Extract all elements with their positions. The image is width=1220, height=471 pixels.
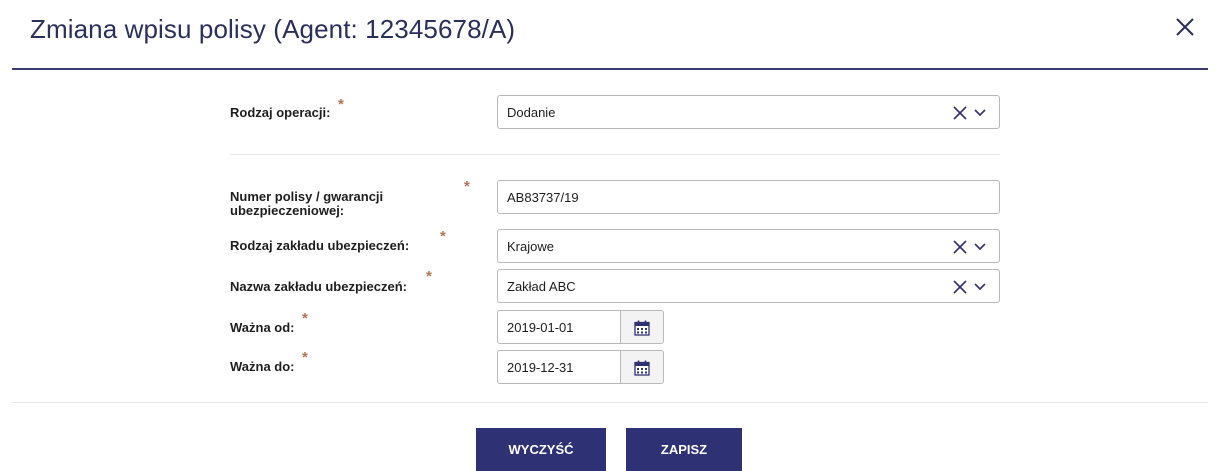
required-marker: * xyxy=(464,178,470,195)
insurer-type-select[interactable]: Krajowe xyxy=(497,229,1000,263)
policy-number-value: AB83737/19 xyxy=(507,190,579,205)
insurer-name-label-text: Nazwa zakładu ubezpieczeń: xyxy=(230,279,407,294)
valid-to-label: Ważna do: xyxy=(230,360,295,374)
required-marker: * xyxy=(426,268,432,285)
policy-number-label-line1: Numer polisy / gwarancji xyxy=(230,189,384,204)
insurer-type-label-text: Rodzaj zakładu ubezpieczeń: xyxy=(230,238,410,253)
required-marker: * xyxy=(302,349,308,366)
save-button[interactable]: ZAPISZ xyxy=(626,428,742,471)
valid-to-value: 2019-12-31 xyxy=(507,360,574,375)
operation-select[interactable]: Dodanie xyxy=(497,95,1000,129)
footer-divider xyxy=(12,402,1208,403)
calendar-icon xyxy=(634,320,650,336)
operation-label: Rodzaj operacji: xyxy=(230,106,330,120)
valid-from-value: 2019-01-01 xyxy=(507,320,574,335)
clear-icon[interactable] xyxy=(953,240,967,254)
operation-value: Dodanie xyxy=(507,105,556,120)
policy-number-input[interactable]: AB83737/19 xyxy=(497,180,1000,214)
valid-from-label: Ważna od: xyxy=(230,321,295,335)
valid-from-input[interactable]: 2019-01-01 xyxy=(497,310,621,344)
calendar-button[interactable] xyxy=(621,310,664,344)
valid-to-label-text: Ważna do: xyxy=(230,359,295,374)
clear-icon[interactable] xyxy=(953,280,967,294)
dialog-header: Zmiana wpisu polisy (Agent: 12345678/A) xyxy=(0,0,1220,70)
clear-icon[interactable] xyxy=(953,106,967,120)
policy-number-label: Numer polisy / gwarancji ubezpieczeniowe… xyxy=(230,190,383,218)
required-marker: * xyxy=(440,228,446,245)
insurer-name-value: Zakład ABC xyxy=(507,279,576,294)
close-icon[interactable] xyxy=(1172,14,1200,42)
calendar-icon xyxy=(634,360,650,376)
insurer-name-select[interactable]: Zakład ABC xyxy=(497,269,1000,303)
insurer-type-value: Krajowe xyxy=(507,239,554,254)
dialog-title: Zmiana wpisu polisy (Agent: 12345678/A) xyxy=(30,14,516,44)
chevron-down-icon[interactable] xyxy=(974,282,986,292)
insurer-type-label: Rodzaj zakładu ubezpieczeń: xyxy=(230,239,409,253)
section-divider xyxy=(230,154,1000,155)
valid-to-input[interactable]: 2019-12-31 xyxy=(497,350,621,384)
header-divider xyxy=(12,68,1208,70)
policy-number-label-line2: ubezpieczeniowej: xyxy=(230,203,345,218)
chevron-down-icon[interactable] xyxy=(974,242,986,252)
required-marker: * xyxy=(338,96,344,113)
clear-button[interactable]: WYCZYŚĆ xyxy=(476,428,606,471)
required-marker: * xyxy=(302,310,308,327)
valid-from-label-text: Ważna od: xyxy=(230,320,295,335)
chevron-down-icon[interactable] xyxy=(974,108,986,118)
insurer-name-label: Nazwa zakładu ubezpieczeń: xyxy=(230,280,407,294)
calendar-button[interactable] xyxy=(621,350,664,384)
operation-label-text: Rodzaj operacji: xyxy=(230,105,331,120)
